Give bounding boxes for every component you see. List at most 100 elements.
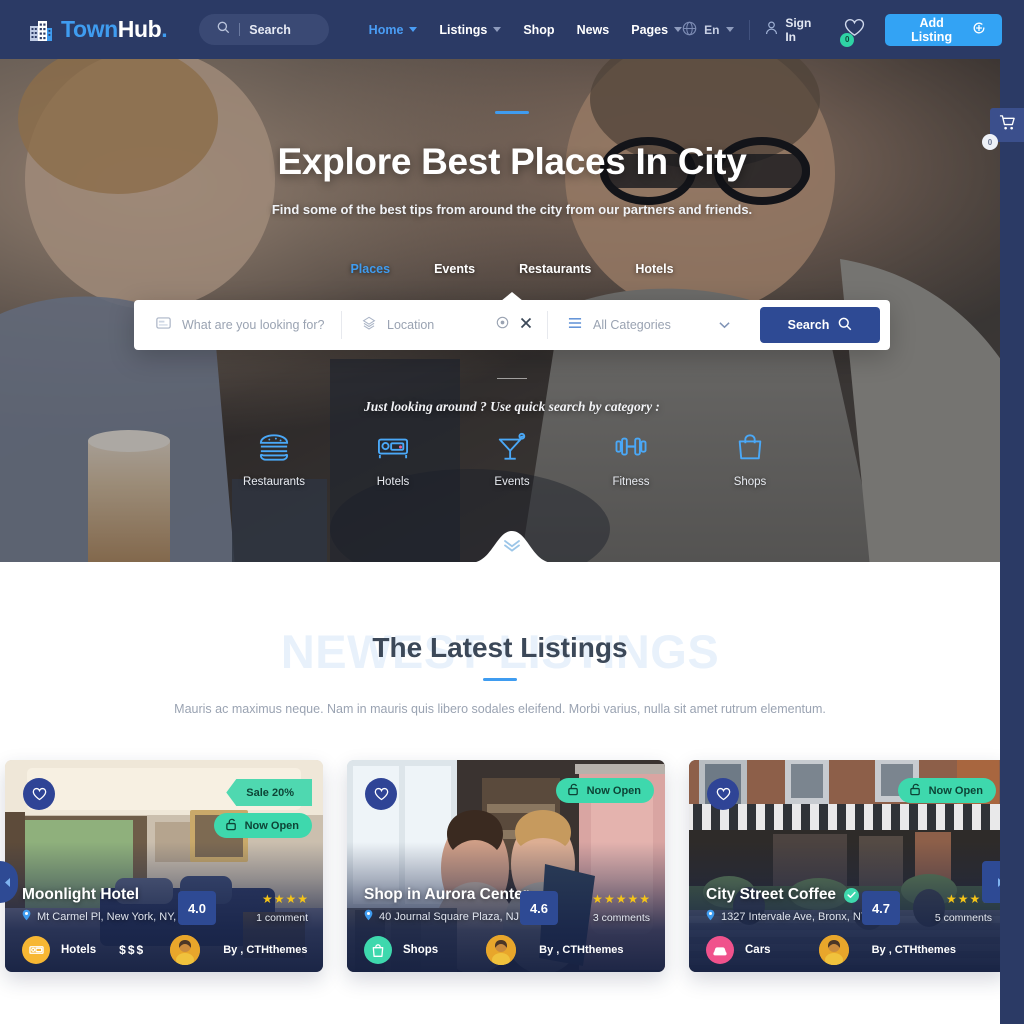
- chevron-down-icon: [674, 27, 683, 32]
- close-icon[interactable]: [520, 316, 532, 334]
- card-icon: [156, 316, 171, 334]
- quick-category-shops[interactable]: Shops: [713, 432, 788, 488]
- quick-category-label: Restaurants: [242, 476, 305, 488]
- section-accent-dash: [483, 678, 517, 681]
- target-icon[interactable]: [496, 316, 509, 334]
- location-field[interactable]: Location: [348, 309, 548, 341]
- quick-category-restaurants[interactable]: Restaurants: [237, 432, 312, 488]
- site-header: TownHub. Search Home Listings Shop News …: [0, 0, 1024, 59]
- latest-listings-section: NEWEST LISTINGS The Latest Listings Maur…: [0, 567, 1018, 1024]
- hero-tab-places[interactable]: Places: [350, 262, 390, 276]
- listing-card[interactable]: Now Open Shop in Aurora Center 40 Journa…: [347, 760, 665, 972]
- sign-in-label: Sign In: [785, 15, 812, 44]
- listing-footer: Hotels $$$ By , CTHthemes: [5, 928, 323, 972]
- hero-tabs: Places Events Restaurants Hotels: [0, 262, 1024, 276]
- hero-rule: [497, 378, 527, 379]
- unlock-icon: [567, 783, 580, 799]
- header-search-button[interactable]: Search: [199, 14, 329, 45]
- listing-title[interactable]: Shop in Aurora Center: [364, 886, 529, 904]
- cart-count-badge: 0: [982, 134, 998, 150]
- open-badge-label: Now Open: [928, 784, 983, 797]
- location-placeholder: Location: [387, 318, 435, 332]
- listing-title[interactable]: Moonlight Hotel: [22, 886, 139, 904]
- double-chevron-down-icon: [504, 540, 520, 552]
- listing-address: Mt Carmel Pl, New York, NY, USA: [22, 909, 202, 924]
- category-name: Cars: [745, 944, 771, 956]
- map-pin-icon: [706, 909, 715, 924]
- hero-tab-hotels[interactable]: Hotels: [635, 262, 673, 276]
- quick-category-events[interactable]: Events: [475, 432, 550, 488]
- avatar[interactable]: [818, 935, 849, 965]
- favorite-button[interactable]: [707, 778, 739, 810]
- add-listing-label: Add Listing: [911, 15, 953, 44]
- category-icon-chip[interactable]: [22, 936, 50, 964]
- nav-item-label: News: [576, 22, 610, 37]
- quick-category-fitness[interactable]: Fitness: [594, 432, 669, 488]
- quick-category-label: Hotels: [376, 476, 410, 488]
- bed-icon: [377, 432, 409, 467]
- star-rating: ★★★★: [261, 892, 308, 906]
- hero-tab-restaurants[interactable]: Restaurants: [519, 262, 591, 276]
- language-selector[interactable]: En: [682, 21, 735, 39]
- category-icon-chip[interactable]: [706, 936, 734, 964]
- listing-author: By , CTHthemes: [539, 944, 624, 956]
- header-right: En Sign In 0 Add Listing: [682, 13, 1002, 47]
- search-icon: [217, 21, 230, 39]
- open-badge: Now Open: [213, 813, 312, 838]
- listing-title[interactable]: City Street Coffee: [706, 886, 860, 904]
- hero-search-submit[interactable]: Search: [760, 307, 880, 343]
- section-title: The Latest Listings: [372, 632, 628, 663]
- user-icon: [765, 21, 778, 38]
- hero-content: Explore Best Places In City Find some of…: [0, 59, 1024, 567]
- logo[interactable]: TownHub.: [28, 16, 168, 43]
- bed-icon: [28, 946, 44, 954]
- quick-search-label: Just looking around ? Use quick search b…: [364, 399, 660, 414]
- nav-item-shop[interactable]: Shop: [523, 23, 554, 37]
- language-label: En: [704, 22, 720, 37]
- nav-item-label: Home: [368, 22, 404, 37]
- open-badge-label: Now Open: [586, 784, 641, 797]
- scroll-down-button[interactable]: [503, 539, 521, 557]
- category-select[interactable]: All Categories: [554, 309, 746, 341]
- favorite-button[interactable]: [365, 778, 397, 810]
- nav-item-home[interactable]: Home: [369, 23, 418, 37]
- nav-item-pages[interactable]: Pages: [631, 22, 683, 37]
- listing-card[interactable]: Sale 20% Now Open Moonlight Hotel Mt Car…: [5, 760, 323, 972]
- listing-title-text: Shop in Aurora Center: [364, 886, 529, 903]
- add-listing-button[interactable]: Add Listing: [885, 13, 1002, 46]
- category-caret[interactable]: [719, 321, 732, 329]
- section-description: Mauris ac maximus neque. Nam in mauris q…: [174, 702, 826, 716]
- verified-icon: [844, 887, 860, 903]
- comment-count: 5 comments: [934, 912, 992, 924]
- building-icon: [28, 17, 54, 43]
- header-search-label: Search: [249, 22, 291, 37]
- category-icon-chip[interactable]: [364, 936, 392, 964]
- cart-tab[interactable]: 0: [982, 108, 1024, 150]
- wishlist-button[interactable]: 0: [840, 18, 865, 47]
- avatar[interactable]: [486, 935, 517, 965]
- avatar[interactable]: [170, 935, 201, 965]
- quick-category-hotels[interactable]: Hotels: [356, 432, 431, 488]
- quick-category-label: Fitness: [612, 476, 650, 488]
- search-icon: [838, 317, 852, 334]
- shopping-bag-icon: [372, 943, 384, 957]
- plus-circle-icon: [972, 21, 986, 38]
- favorite-button[interactable]: [23, 778, 55, 810]
- heart-icon: [374, 787, 388, 801]
- chevron-down-icon: [493, 27, 502, 32]
- nav-item-listings[interactable]: Listings: [439, 23, 502, 37]
- hero-title: Explore Best Places In City: [277, 141, 747, 182]
- comment-count: 3 comments: [592, 912, 650, 924]
- listing-title-text: City Street Coffee: [706, 886, 837, 903]
- globe-icon: [682, 21, 697, 39]
- search-divider: [239, 23, 241, 36]
- hero-tab-events[interactable]: Events: [434, 262, 475, 276]
- cocktail-icon: [496, 432, 528, 467]
- nav-item-label: Pages: [631, 22, 669, 37]
- hero-search-submit-label: Search: [787, 318, 830, 332]
- listing-card[interactable]: Now Open City Street Coffee 1327 Interva…: [689, 760, 1007, 972]
- keyword-field[interactable]: What are you looking for?: [142, 309, 342, 341]
- sign-in-button[interactable]: Sign In: [765, 16, 820, 44]
- listing-author: By , CTHthemes: [871, 944, 956, 956]
- nav-item-news[interactable]: News: [577, 23, 610, 37]
